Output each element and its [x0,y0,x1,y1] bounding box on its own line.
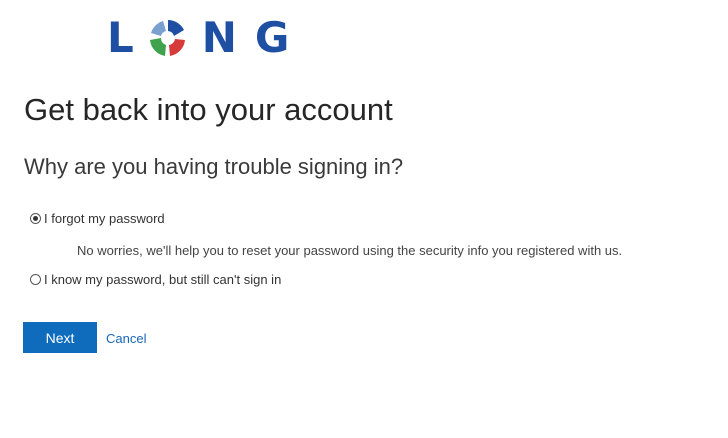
reset-hint-text: No worries, we'll help you to reset your… [77,243,623,258]
option-forgot-password[interactable]: I forgot my password [30,211,165,226]
logo-letter-n: N [201,13,237,62]
radio-cant-sign-in[interactable] [30,274,41,285]
page-title: Get back into your account [24,92,393,127]
option-cant-sign-in[interactable]: I know my password, but still can't sign… [30,272,281,287]
logo-letter-l: L [107,13,134,62]
option-forgot-password-label: I forgot my password [44,211,165,226]
logo-letter-g: G [254,13,290,62]
option-cant-sign-in-label: I know my password, but still can't sign… [44,272,282,287]
next-button[interactable]: Next [23,322,97,353]
radio-forgot-password[interactable] [30,213,41,224]
logo-swirl-icon [149,20,186,56]
cancel-link[interactable]: Cancel [106,331,146,346]
page-subtitle: Why are you having trouble signing in? [24,154,404,179]
brand-logo: L N G [107,16,289,60]
